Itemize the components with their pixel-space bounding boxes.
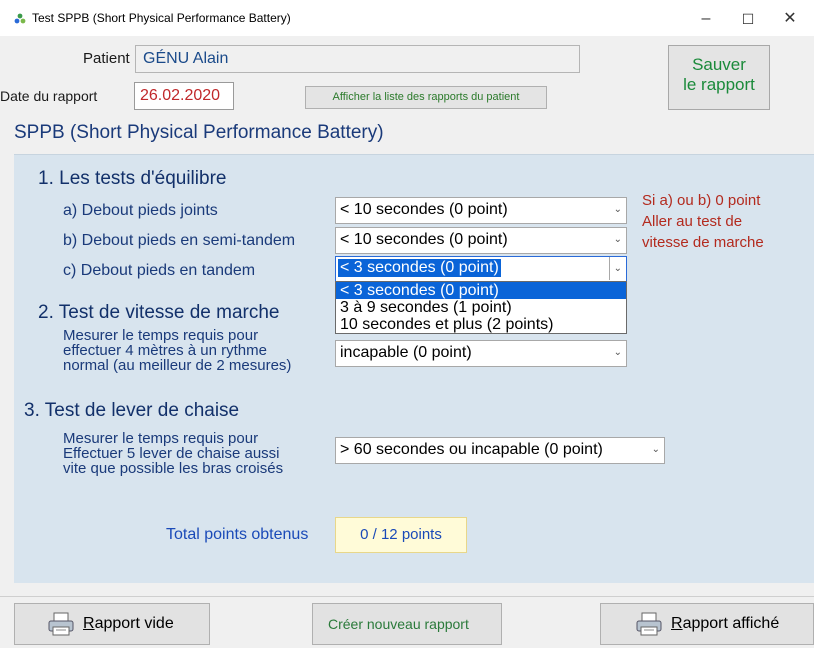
chevron-down-icon: ⌄ <box>651 444 660 455</box>
chair-select[interactable]: > 60 secondes ou incapable (0 point) ⌄ <box>335 437 665 464</box>
save-button-line2: le rapport <box>683 75 755 94</box>
dropdown-option[interactable]: < 3 secondes (0 point) <box>336 282 626 299</box>
balance-b-value: < 10 secondes (0 point) <box>340 231 508 248</box>
note-line: vitesse de marche <box>642 234 764 251</box>
empty-report-button[interactable]: Rapport vide <box>14 603 210 645</box>
balance-a-label: a) Debout pieds joints <box>63 202 218 219</box>
balance-c-value: < 3 secondes (0 point) <box>338 259 501 277</box>
desc-line: Mesurer le temps requis pour <box>63 327 259 344</box>
new-report-button[interactable]: Créer nouveau rapport <box>312 603 502 645</box>
date-value: 26.02.2020 <box>140 87 221 104</box>
shown-report-label: apport affiché <box>682 615 780 632</box>
dropdown-option[interactable]: 10 secondes et plus (2 points) <box>336 316 626 333</box>
note-line: Si a) ou b) 0 point <box>642 192 761 209</box>
balance-title: 1. Les tests d'équilibre <box>38 168 227 189</box>
balance-a-value: < 10 secondes (0 point) <box>340 201 508 218</box>
balance-c-label: c) Debout pieds en tandem <box>63 262 256 279</box>
close-button[interactable]: ✕ <box>770 6 810 32</box>
patient-field: GÉNU Alain <box>135 45 580 73</box>
show-reports-list-button[interactable]: Afficher la liste des rapports du patien… <box>305 86 547 109</box>
chevron-down-icon: ⌄ <box>613 347 622 358</box>
shown-report-button[interactable]: Rapport affiché <box>600 603 814 645</box>
balance-b-label: b) Debout pieds en semi-tandem <box>63 232 296 249</box>
gait-value: incapable (0 point) <box>340 344 472 361</box>
app-icon <box>14 13 26 24</box>
date-label: Date du rapport <box>0 88 98 104</box>
maximize-button[interactable]: ☐ <box>728 6 768 32</box>
balance-c-dropdown-list: < 3 secondes (0 point) 3 à 9 secondes (1… <box>335 281 627 334</box>
save-report-button[interactable]: Sauver le rapport <box>668 45 770 110</box>
total-label: Total points obtenus <box>166 526 309 543</box>
gait-title: 2. Test de vitesse de marche <box>38 302 280 323</box>
empty-report-label: apport vide <box>94 615 174 632</box>
patient-name: GÉNU Alain <box>143 50 229 67</box>
new-report-label: Créer nouveau rapport <box>328 616 469 632</box>
gait-select[interactable]: incapable (0 point) ⌄ <box>335 340 627 367</box>
chevron-down-icon: ⌄ <box>613 234 622 245</box>
desc-line: Mesurer le temps requis pour <box>63 430 259 447</box>
footer-separator <box>0 596 814 597</box>
window-title: Test SPPB (Short Physical Performance Ba… <box>32 11 291 25</box>
desc-line: effectuer 4 mètres à un rythme <box>63 342 267 359</box>
chair-value: > 60 secondes ou incapable (0 point) <box>340 441 603 458</box>
chevron-down-icon: ⌄ <box>613 204 622 215</box>
minimize-button[interactable]: – <box>686 6 726 32</box>
total-value: 0 / 12 points <box>335 517 467 553</box>
desc-line: Effectuer 5 lever de chaise aussi <box>63 445 280 462</box>
shown-report-mnemonic: R <box>671 615 683 632</box>
gait-description: Mesurer le temps requis pour effectuer 4… <box>63 328 291 373</box>
desc-line: normal (au meilleur de 2 mesures) <box>63 357 292 374</box>
section-title: SPPB (Short Physical Performance Battery… <box>14 122 384 143</box>
save-button-line1: Sauver <box>692 55 746 74</box>
date-field[interactable]: 26.02.2020 <box>134 82 234 110</box>
balance-a-select[interactable]: < 10 secondes (0 point) ⌄ <box>335 197 627 224</box>
dropdown-option[interactable]: 3 à 9 secondes (1 point) <box>336 299 626 316</box>
balance-b-select[interactable]: < 10 secondes (0 point) ⌄ <box>335 227 627 254</box>
chevron-down-icon: ⌄ <box>613 263 622 274</box>
balance-note: Si a) ou b) 0 point Aller au test de vit… <box>642 190 812 253</box>
printer-icon <box>636 612 662 636</box>
chair-description: Mesurer le temps requis pour Effectuer 5… <box>63 431 283 476</box>
chair-title: 3. Test de lever de chaise <box>24 400 240 421</box>
desc-line: vite que possible les bras croisés <box>63 460 284 477</box>
patient-label: Patient <box>83 50 130 67</box>
printer-icon <box>48 612 74 636</box>
balance-c-select[interactable]: < 3 secondes (0 point) ⌄ <box>335 256 627 283</box>
note-line: Aller au test de <box>642 213 743 230</box>
empty-report-mnemonic: R <box>83 615 95 632</box>
